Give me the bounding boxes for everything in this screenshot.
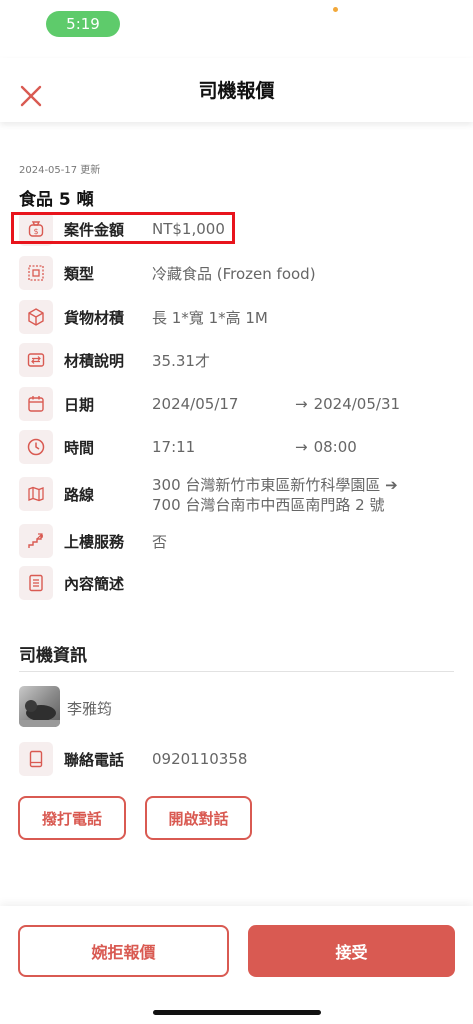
time-end-text: 08:00 xyxy=(313,438,357,456)
type-label: 類型 xyxy=(64,264,95,283)
frame-icon xyxy=(19,256,53,290)
detail-row-description: 內容簡述 xyxy=(19,566,459,600)
amount-highlight-box xyxy=(11,212,235,244)
volume-label: 貨物材積 xyxy=(64,308,125,327)
date-end-text: 2024/05/31 xyxy=(313,395,401,413)
call-button[interactable]: 撥打電話 xyxy=(18,796,126,840)
volume-note-value: 35.31才 xyxy=(152,351,210,370)
type-value: 冷藏食品 (Frozen food) xyxy=(152,264,316,283)
detail-row-type: 類型 冷藏食品 (Frozen food) xyxy=(19,256,459,290)
decline-quote-button[interactable]: 婉拒報價 xyxy=(18,925,229,977)
status-time: 5:19 xyxy=(46,11,120,37)
time-label: 時間 xyxy=(64,438,95,457)
divider xyxy=(19,671,454,672)
time-start-value: 17:11 xyxy=(152,438,196,456)
detail-row-phone: 聯絡電話 0920110358 xyxy=(19,742,459,776)
route-origin: 300 台灣新竹市東區新竹科學園區 ➔ xyxy=(152,476,398,494)
route-value: 300 台灣新竹市東區新竹科學園區 ➔ 700 台灣台南市中西區南門路 2 號 xyxy=(152,475,398,515)
footer-actions: 婉拒報價 接受 xyxy=(0,906,473,1024)
phone-value: 0920110358 xyxy=(152,750,248,768)
detail-row-time: 時間 17:11 → 08:00 xyxy=(19,430,459,464)
swap-arrows-icon xyxy=(19,343,53,377)
updated-date: 2024-05-17 更新 xyxy=(19,165,101,176)
driver-section-title: 司機資訊 xyxy=(19,646,87,666)
driver-name: 李雅筠 xyxy=(67,700,113,718)
detail-row-volume-note: 材積說明 35.31才 xyxy=(19,343,459,377)
accept-button[interactable]: 接受 xyxy=(248,925,455,977)
tablet-icon xyxy=(19,742,53,776)
document-icon xyxy=(19,566,53,600)
date-end-value: → 2024/05/31 xyxy=(295,395,400,413)
description-label: 內容簡述 xyxy=(64,574,125,593)
page-title: 司機報價 xyxy=(198,80,275,102)
route-destination: 700 台灣台南市中西區南門路 2 號 xyxy=(152,496,385,514)
arrow-right-icon: → xyxy=(295,395,308,413)
phone-label: 聯絡電話 xyxy=(64,750,125,769)
box-icon xyxy=(19,300,53,334)
calendar-icon xyxy=(19,387,53,421)
route-label: 路線 xyxy=(64,485,95,504)
stairs-icon xyxy=(19,524,53,558)
detail-row-volume: 貨物材積 長 1*寬 1*高 1M xyxy=(19,300,459,334)
header: 司機報價 xyxy=(0,58,473,122)
avatar xyxy=(19,686,60,727)
case-title: 食品 5 噸 xyxy=(19,190,94,210)
date-label: 日期 xyxy=(64,395,95,414)
arrow-right-icon: → xyxy=(295,438,308,456)
time-end-value: → 08:00 xyxy=(295,438,357,456)
home-indicator[interactable] xyxy=(153,1010,321,1015)
privacy-indicator-dot xyxy=(333,7,338,12)
upstairs-value: 否 xyxy=(152,532,168,551)
date-start-value: 2024/05/17 xyxy=(152,395,239,413)
detail-row-date: 日期 2024/05/17 → 2024/05/31 xyxy=(19,387,459,421)
volume-value: 長 1*寬 1*高 1M xyxy=(152,308,268,327)
detail-row-upstairs: 上樓服務 否 xyxy=(19,524,459,558)
volume-note-label: 材積說明 xyxy=(64,351,125,370)
upstairs-label: 上樓服務 xyxy=(64,532,125,551)
map-icon xyxy=(19,477,53,511)
clock-icon xyxy=(19,430,53,464)
status-bar: 5:19 xyxy=(0,0,473,46)
detail-row-route: 路線 300 台灣新竹市東區新竹科學園區 ➔ 700 台灣台南市中西區南門路 2… xyxy=(19,476,459,514)
open-chat-button[interactable]: 開啟對話 xyxy=(145,796,252,840)
